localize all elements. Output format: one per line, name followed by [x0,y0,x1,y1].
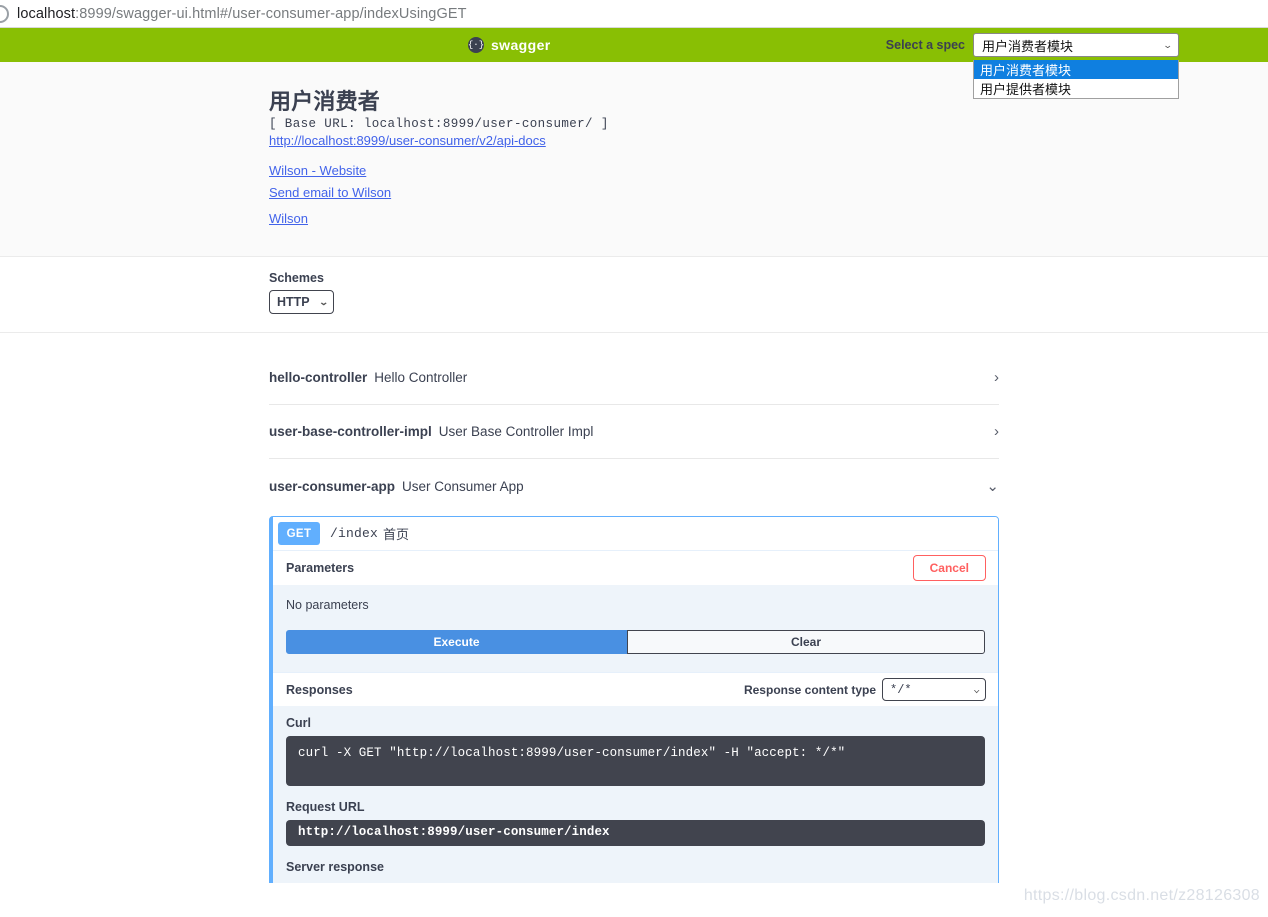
tag-names: user-base-controller-impl User Base Cont… [269,424,593,439]
tag-description: User Consumer App [402,478,524,494]
execute-row: Execute Clear [273,630,998,672]
operation-body: Parameters Cancel No parameters Execute … [273,551,998,883]
tag-names: user-consumer-app User Consumer App [269,479,524,494]
chevron-right-icon[interactable]: › [994,424,999,439]
page-title: 用户消费者 [269,89,381,114]
responses-title: Responses [286,682,353,697]
response-content-type-label: Response content type [743,682,876,697]
responses-header: Responses Response content type */* ⌄ [273,672,998,706]
page-root: localhost:8999/swagger-ui.html#/user-con… [0,0,1268,917]
schemes-select[interactable]: HTTP ⌄ [269,290,334,314]
http-method-badge: GET [278,522,320,545]
api-docs-link[interactable]: http://localhost:8999/user-consumer/v2/a… [269,132,546,150]
tag-description: Hello Controller [374,370,468,385]
select-spec-label: Select a spec [885,38,965,52]
spec-option-label: 用户消费者模块 [980,63,1072,78]
address-bar-url: localhost:8999/swagger-ui.html#/user-con… [17,6,467,22]
request-url-label: Request URL [286,800,365,814]
url-host: localhost [17,5,76,22]
spec-option-consumer[interactable]: 用户消费者模块 [974,60,1178,79]
parameters-body: No parameters [273,585,998,630]
chevron-right-icon[interactable]: › [994,370,999,385]
website-link[interactable]: Wilson - Website [269,162,366,180]
swagger-logo[interactable]: {·} swagger [468,37,551,53]
watermark: https://blog.csdn.net/z28126308 [1023,887,1260,904]
tag-name: user-consumer-app [269,478,396,494]
browser-address-bar[interactable]: localhost:8999/swagger-ui.html#/user-con… [0,0,1268,28]
response-details-area: Curl curl -X GET "http://localhost:8999/… [273,706,998,883]
operation-path: /index [330,526,379,541]
spec-select-dropdown[interactable]: 用户消费者模块 用户提供者模块 [973,60,1179,99]
email-link[interactable]: Send email to Wilson [269,184,391,202]
response-content-type-group: Response content type */* ⌄ [744,678,986,701]
tag-name: hello-controller [269,370,368,385]
tag-names: hello-controller Hello Controller [269,370,467,385]
tag-name: user-base-controller-impl [269,424,432,439]
license-link[interactable]: Wilson [269,210,308,228]
chevron-down-icon: ⌄ [1163,39,1174,50]
schemes-label: Schemes [269,271,324,285]
swagger-logo-text: swagger [491,37,551,53]
tag-description: User Base Controller Impl [438,424,594,439]
contact-links: Wilson - Website Send email to Wilson Wi… [269,162,999,228]
swagger-logo-icon: {·} [468,37,484,53]
page-info-icon[interactable] [0,4,9,23]
response-content-type-value: */* [890,682,912,697]
clear-button[interactable]: Clear [627,630,985,654]
operation-summary: 首页 [383,527,410,542]
operation-get-index: GET /index 首页 Parameters Cancel No param… [269,516,999,883]
operation-header[interactable]: GET /index 首页 [273,517,998,551]
curl-command-block[interactable]: curl -X GET "http://localhost:8999/user-… [286,736,985,786]
tag-row-user-consumer-app[interactable]: user-consumer-app User Consumer App ⌄ [269,459,999,513]
url-path: :8999/swagger-ui.html#/user-consumer-app… [75,5,467,22]
execute-button[interactable]: Execute [286,630,627,654]
base-url-text: [ Base URL: localhost:8999/user-consumer… [269,117,609,131]
server-response-label: Server response [286,860,384,874]
spec-option-label: 用户提供者模块 [980,82,1072,97]
curl-label: Curl [286,716,311,730]
page-scroll-area: {·} swagger Select a spec 用户消费者模块 ⌄ 用户消费… [0,28,1268,883]
spec-select-value: 用户消费者模块 [982,38,1074,54]
chevron-down-icon: ⌄ [319,296,330,307]
tag-row-user-base-controller-impl[interactable]: user-base-controller-impl User Base Cont… [269,405,999,459]
spec-selector-group: Select a spec 用户消费者模块 ⌄ [886,33,1179,57]
response-content-type-select[interactable]: */* ⌄ [882,678,986,701]
no-parameters-text: No parameters [286,598,369,612]
chevron-down-icon: ⌄ [972,684,980,695]
schemes-select-value: HTTP [277,295,310,309]
tags-area: hello-controller Hello Controller › user… [0,333,1268,883]
parameters-title: Parameters [286,561,355,575]
parameters-header: Parameters Cancel [273,551,998,585]
request-url-block: http://localhost:8999/user-consumer/inde… [286,820,985,846]
swagger-topbar: {·} swagger Select a spec 用户消费者模块 ⌄ 用户消费… [0,28,1268,99]
cancel-button[interactable]: Cancel [912,555,986,581]
schemes-section: Schemes HTTP ⌄ [0,257,1268,333]
spec-option-provider[interactable]: 用户提供者模块 [974,79,1178,98]
tag-row-hello-controller[interactable]: hello-controller Hello Controller › [269,351,999,405]
chevron-down-icon[interactable]: ⌄ [986,479,999,494]
spec-select[interactable]: 用户消费者模块 ⌄ [973,33,1179,57]
